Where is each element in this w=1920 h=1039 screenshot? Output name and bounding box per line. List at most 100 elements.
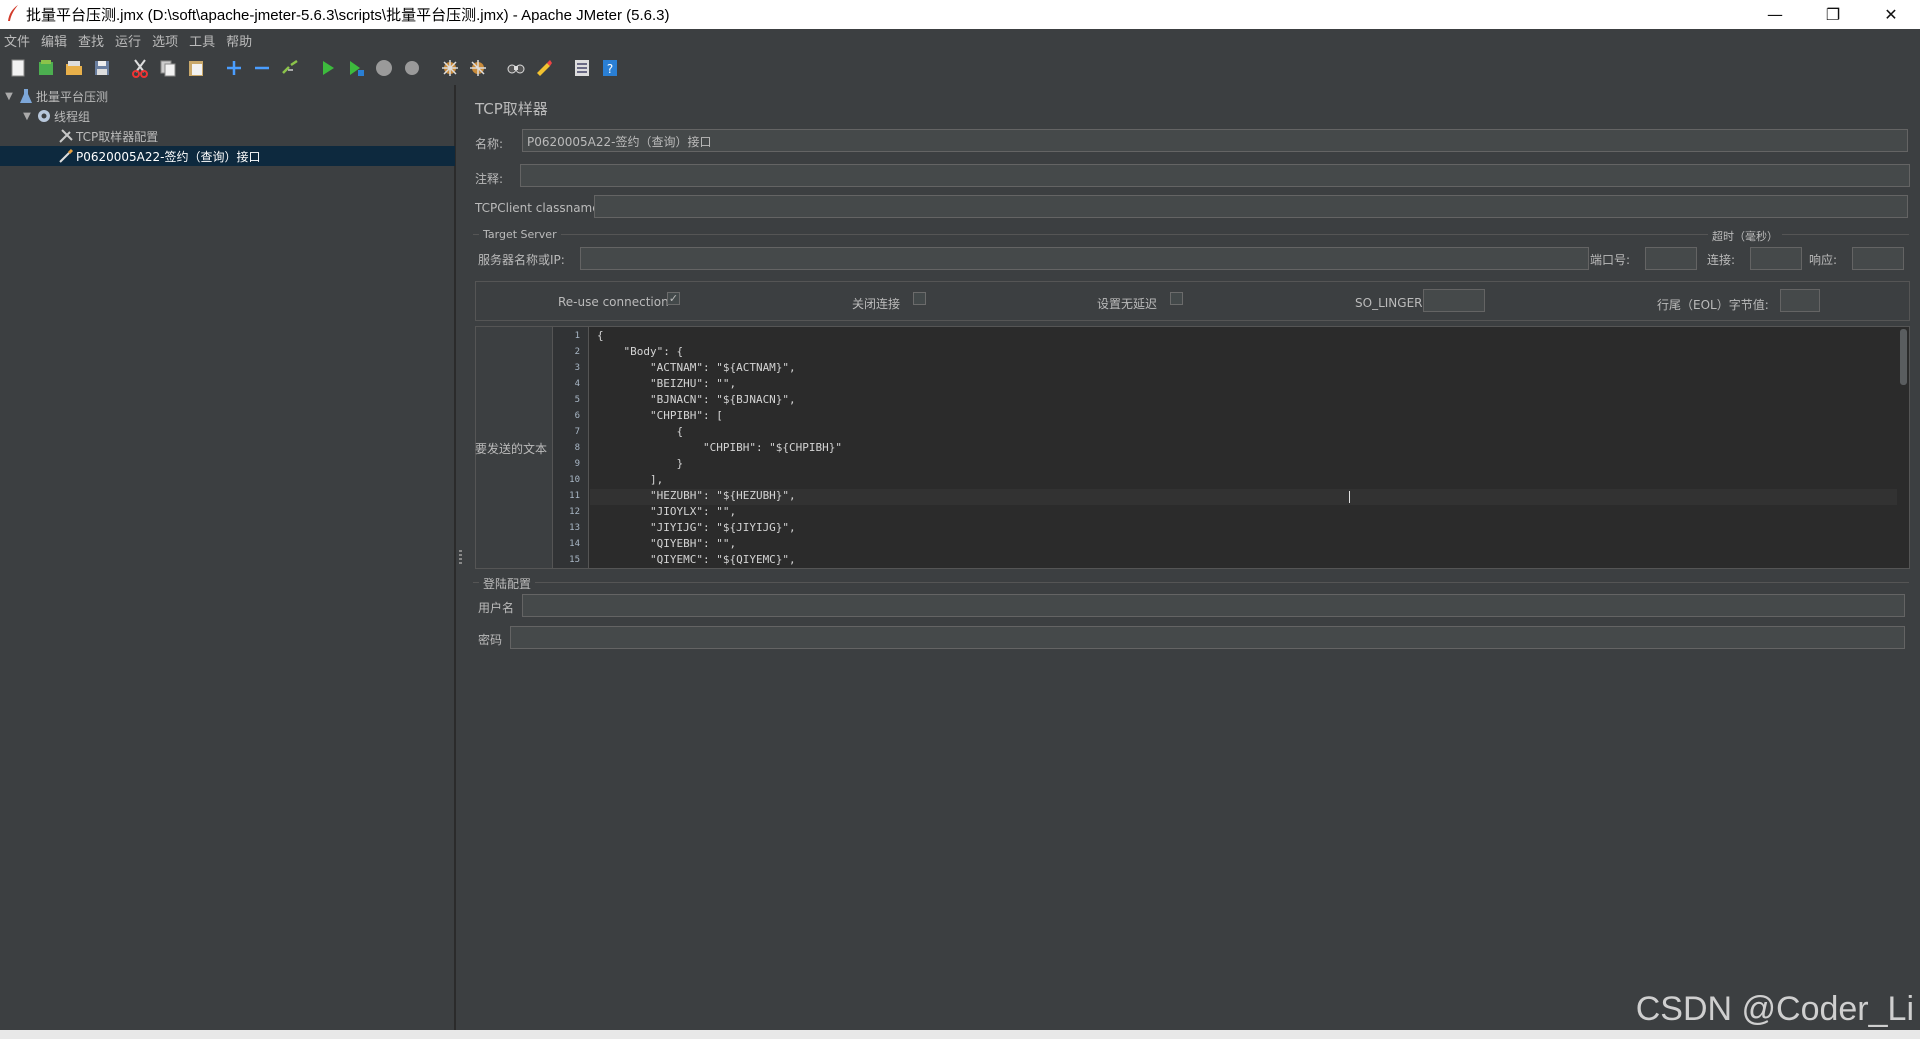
test-plan-icon xyxy=(16,87,36,105)
shutdown-icon[interactable] xyxy=(400,56,424,80)
code-line: "CHPIBH": [ xyxy=(597,409,723,422)
tree-node-tcp-config[interactable]: TCP取样器配置 xyxy=(56,126,452,146)
collapse-icon[interactable] xyxy=(250,56,274,80)
no-delay-label: 设置无延迟 xyxy=(1097,297,1158,311)
target-server-title: Target Server xyxy=(479,228,561,241)
panel-splitter[interactable] xyxy=(455,85,465,1030)
target-server-divider xyxy=(473,234,1909,235)
tree-node-label: P0620005A22-签约（查询）接口 xyxy=(76,149,261,164)
password-label: 密码 xyxy=(478,633,503,647)
start-icon[interactable] xyxy=(316,56,340,80)
window-title: 批量平台压测.jmx (D:\soft\apache-jmeter-5.6.3\… xyxy=(26,7,670,24)
menu-search[interactable]: 查找 xyxy=(76,31,113,50)
function-helper-icon[interactable] xyxy=(570,56,594,80)
line-number: 15 xyxy=(569,555,580,565)
comment-label: 注释: xyxy=(475,172,504,186)
server-field[interactable] xyxy=(580,247,1589,270)
name-field[interactable]: P0620005A22-签约（查询）接口 xyxy=(522,129,1908,152)
response-timeout-label: 响应: xyxy=(1809,253,1838,267)
menu-tools[interactable]: 工具 xyxy=(187,31,224,50)
code-line: "HEZUBH": "${HEZUBH}", xyxy=(597,489,796,502)
line-number: 13 xyxy=(569,523,580,533)
wrench-icon xyxy=(56,127,76,145)
line-number: 9 xyxy=(574,459,580,469)
expand-icon[interactable] xyxy=(222,56,246,80)
page-title: TCP取样器 xyxy=(475,100,548,118)
line-number: 6 xyxy=(574,411,580,421)
paste-icon[interactable] xyxy=(184,56,208,80)
username-field[interactable] xyxy=(522,594,1905,617)
code-line: "JIYIJG": "${JIYIJG}", xyxy=(597,521,796,534)
reset-search-icon[interactable] xyxy=(532,56,556,80)
toggle-icon[interactable] xyxy=(278,56,302,80)
toolbar: ? xyxy=(0,51,1920,85)
stop-icon[interactable] xyxy=(372,56,396,80)
templates-icon[interactable] xyxy=(34,56,58,80)
open-icon[interactable] xyxy=(62,56,86,80)
tree-node-test-plan[interactable]: ▼ 批量平台压测 xyxy=(2,86,452,106)
restore-button[interactable]: ❐ xyxy=(1804,0,1862,29)
test-plan-tree: ▼ 批量平台压测 ▼ 线程组 TCP取样器配置 P0620005A22-签约（查… xyxy=(0,85,455,1030)
pipette-icon xyxy=(56,147,76,165)
tree-node-label: TCP取样器配置 xyxy=(76,129,159,144)
menu-options[interactable]: 选项 xyxy=(150,31,187,50)
server-label: 服务器名称或IP: xyxy=(478,253,565,267)
tree-node-thread-group[interactable]: ▼ 线程组 xyxy=(20,106,452,126)
connect-timeout-field[interactable] xyxy=(1750,247,1802,270)
new-icon[interactable] xyxy=(6,56,30,80)
code-line: "CHPIBH": "${CHPIBH}" xyxy=(597,441,843,454)
save-icon[interactable] xyxy=(90,56,114,80)
line-number: 14 xyxy=(569,539,580,549)
classname-label: TCPClient classname: xyxy=(475,201,604,215)
line-number-gutter: 1 2 3 4 5 6 7 8 9 10 11 12 13 14 15 xyxy=(553,327,589,568)
splitter-grip-icon[interactable] xyxy=(459,550,462,564)
so-linger-field[interactable] xyxy=(1423,289,1485,312)
comment-field[interactable] xyxy=(520,164,1910,187)
clear-all-icon[interactable] xyxy=(466,56,490,80)
connect-timeout-label: 连接: xyxy=(1707,253,1736,267)
chevron-down-icon[interactable]: ▼ xyxy=(20,111,34,122)
editor-scrollbar[interactable] xyxy=(1900,329,1907,385)
password-field[interactable] xyxy=(510,626,1905,649)
minimize-button[interactable]: — xyxy=(1746,0,1804,29)
code-line: "BJNACN": "${BJNACN}", xyxy=(597,393,796,406)
cut-icon[interactable] xyxy=(128,56,152,80)
tree-node-label: 批量平台压测 xyxy=(36,89,109,104)
line-number: 12 xyxy=(569,507,580,517)
menu-run[interactable]: 运行 xyxy=(113,31,150,50)
copy-icon[interactable] xyxy=(156,56,180,80)
tree-node-tcp-sampler[interactable]: P0620005A22-签约（查询）接口 xyxy=(0,146,455,166)
menu-edit[interactable]: 编辑 xyxy=(39,31,76,50)
reuse-connection-label: Re-use connection xyxy=(558,295,669,309)
chevron-down-icon[interactable]: ▼ xyxy=(2,91,16,102)
code-line: "BEIZHU": "", xyxy=(597,377,737,390)
no-delay-checkbox[interactable] xyxy=(1170,292,1183,305)
code-line: } xyxy=(597,457,684,470)
eol-byte-field[interactable] xyxy=(1780,289,1820,312)
menu-help[interactable]: 帮助 xyxy=(224,31,261,50)
text-to-send-label: 要发送的文本 xyxy=(475,442,548,456)
jmeter-feather-icon xyxy=(0,4,26,26)
line-number: 8 xyxy=(574,443,580,453)
reuse-connection-checkbox[interactable]: ✓ xyxy=(667,292,680,305)
line-number: 3 xyxy=(574,363,580,373)
name-label: 名称: xyxy=(475,137,504,151)
eol-byte-label: 行尾（EOL）字节值: xyxy=(1657,298,1769,312)
close-connection-checkbox[interactable] xyxy=(913,292,926,305)
login-config-title: 登陆配置 xyxy=(479,575,536,592)
classname-field[interactable] xyxy=(594,195,1908,218)
clear-icon[interactable] xyxy=(438,56,462,80)
request-text-editor[interactable]: 1 2 3 4 5 6 7 8 9 10 11 12 13 14 15 { "B… xyxy=(552,326,1910,569)
code-line: { xyxy=(597,425,684,438)
code-line: "ACTNAM": "${ACTNAM}", xyxy=(597,361,796,374)
response-timeout-field[interactable] xyxy=(1852,247,1904,270)
start-no-pause-icon[interactable] xyxy=(344,56,368,80)
tree-node-label: 线程组 xyxy=(54,109,91,124)
close-button[interactable]: ✕ xyxy=(1862,0,1920,29)
gear-icon xyxy=(34,107,54,125)
search-icon[interactable] xyxy=(504,56,528,80)
port-field[interactable] xyxy=(1645,247,1697,270)
help-icon[interactable]: ? xyxy=(598,56,622,80)
menu-file[interactable]: 文件 xyxy=(2,31,39,50)
menu-bar: 文件 编辑 查找 运行 选项 工具 帮助 xyxy=(0,29,1920,51)
